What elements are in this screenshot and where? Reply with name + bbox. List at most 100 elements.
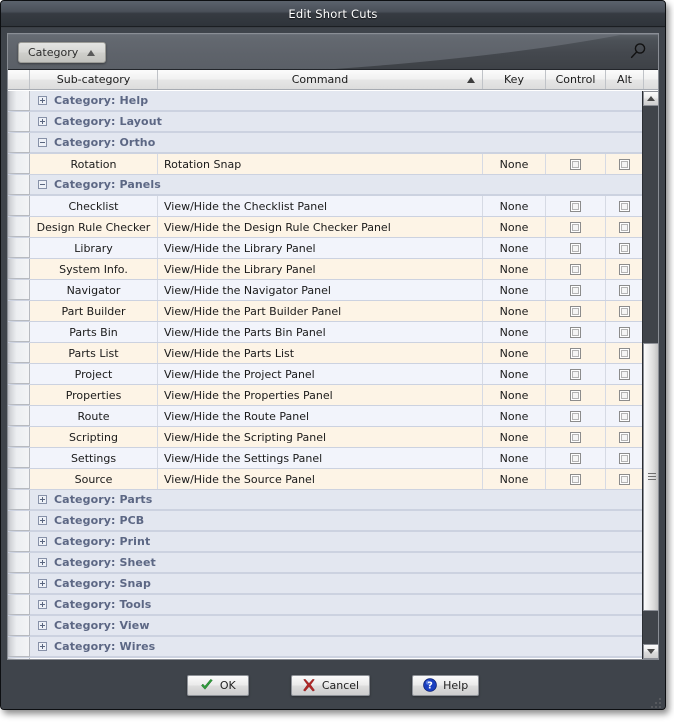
group-header-row[interactable]: Category: View [8,616,644,637]
group-header-content[interactable]: Category: Snap [30,574,644,594]
group-header-content[interactable]: Category: Tools [30,595,644,615]
control-checkbox[interactable] [570,158,581,170]
table-row[interactable]: Route View/Hide the Route Panel None [8,406,644,427]
row-gutter[interactable] [8,259,30,279]
group-header-row[interactable]: Category: Sheet [8,553,644,574]
scroll-down-button[interactable] [643,644,658,659]
row-gutter[interactable] [8,490,30,510]
group-header-content[interactable]: Category: Sheet [30,553,644,573]
row-gutter[interactable] [8,553,30,573]
expand-icon[interactable] [38,579,47,588]
row-gutter[interactable] [8,511,30,531]
alt-checkbox[interactable] [619,263,630,275]
row-gutter[interactable] [8,448,30,468]
row-gutter[interactable] [8,280,30,300]
search-icon[interactable] [627,41,649,63]
row-gutter[interactable] [8,427,30,447]
resize-grip-icon[interactable] [649,696,661,708]
alt-checkbox[interactable] [619,305,630,317]
column-header-control[interactable]: Control [546,70,606,89]
group-header-content[interactable]: Category: Ortho [30,133,644,153]
table-row[interactable]: Settings View/Hide the Settings Panel None [8,448,644,469]
expand-icon[interactable] [38,495,47,504]
alt-checkbox[interactable] [619,368,630,380]
alt-checkbox[interactable] [619,452,630,464]
column-header-command[interactable]: Command [158,70,483,89]
control-checkbox[interactable] [570,242,581,254]
table-row[interactable]: Project View/Hide the Project Panel None [8,364,644,385]
row-gutter[interactable] [8,196,30,216]
row-gutter[interactable] [8,112,30,132]
table-row[interactable]: System Info. View/Hide the Library Panel N… [8,259,644,280]
alt-checkbox[interactable] [619,221,630,233]
control-checkbox[interactable] [570,368,581,380]
row-gutter[interactable] [8,532,30,552]
control-checkbox[interactable] [570,431,581,443]
group-header-content[interactable]: Category: Wires [30,637,644,657]
row-gutter[interactable] [8,595,30,615]
expand-icon[interactable] [38,621,47,630]
alt-checkbox[interactable] [619,284,630,296]
control-checkbox[interactable] [570,347,581,359]
expand-icon[interactable] [38,537,47,546]
collapse-icon[interactable] [38,180,47,189]
column-header-alt[interactable]: Alt [606,70,644,89]
expand-icon[interactable] [38,96,47,105]
column-header-subcategory[interactable]: Sub-category [30,70,158,89]
expand-icon[interactable] [38,642,47,651]
group-header-row[interactable]: Category: Help [8,91,644,112]
group-by-chip-category[interactable]: Category [18,42,107,63]
group-header-content[interactable]: Category: Print [30,532,644,552]
group-header-content[interactable]: Category: View [30,616,644,636]
collapse-icon[interactable] [38,138,47,147]
group-header-row[interactable]: Category: Print [8,532,644,553]
alt-checkbox[interactable] [619,389,630,401]
row-gutter[interactable] [8,406,30,426]
row-gutter[interactable] [8,217,30,237]
alt-checkbox[interactable] [619,473,630,485]
group-header-content[interactable]: Category: Panels [30,175,644,195]
expand-icon[interactable] [38,558,47,567]
control-checkbox[interactable] [570,305,581,317]
row-gutter[interactable] [8,616,30,636]
group-header-row[interactable]: Category: Tools [8,595,644,616]
control-checkbox[interactable] [570,200,581,212]
group-header-row[interactable]: Category: Parts [8,490,644,511]
ok-button[interactable]: OK [186,674,249,696]
row-gutter[interactable] [8,91,30,111]
alt-checkbox[interactable] [619,347,630,359]
row-gutter[interactable] [8,238,30,258]
table-row[interactable]: Checklist View/Hide the Checklist Panel No… [8,196,644,217]
column-header-key[interactable]: Key [483,70,546,89]
row-gutter[interactable] [8,574,30,594]
table-row[interactable]: Design Rule Checker View/Hide the Design … [8,217,644,238]
expand-icon[interactable] [38,117,47,126]
control-checkbox[interactable] [570,263,581,275]
table-row[interactable]: Part Builder View/Hide the Part Builder P… [8,301,644,322]
table-row[interactable]: Scripting View/Hide the Scripting Panel No… [8,427,644,448]
row-gutter[interactable] [8,343,30,363]
group-header-row[interactable]: Category: Layout [8,112,644,133]
alt-checkbox[interactable] [619,158,630,170]
table-row[interactable]: Rotation Rotation Snap None [8,154,644,175]
row-gutter[interactable] [8,175,30,195]
row-gutter[interactable] [8,301,30,321]
scroll-up-button[interactable] [643,91,658,106]
row-gutter[interactable] [8,133,30,153]
group-header-row[interactable]: Category: Ortho [8,133,644,154]
cancel-button[interactable]: Cancel [290,674,371,696]
group-header-content[interactable]: Category: Help [30,91,644,111]
control-checkbox[interactable] [570,410,581,422]
group-header-row[interactable]: Category: PCB [8,511,644,532]
control-checkbox[interactable] [570,221,581,233]
alt-checkbox[interactable] [619,326,630,338]
table-row[interactable]: Parts Bin View/Hide the Parts Bin Panel No… [8,322,644,343]
row-gutter[interactable] [8,154,30,174]
row-gutter[interactable] [8,322,30,342]
alt-checkbox[interactable] [619,431,630,443]
expand-icon[interactable] [38,516,47,525]
grid-vertical-scrollbar[interactable] [642,91,658,659]
table-row[interactable]: Source View/Hide the Source Panel None [8,469,644,490]
control-checkbox[interactable] [570,452,581,464]
table-row[interactable]: Parts List View/Hide the Parts List None [8,343,644,364]
